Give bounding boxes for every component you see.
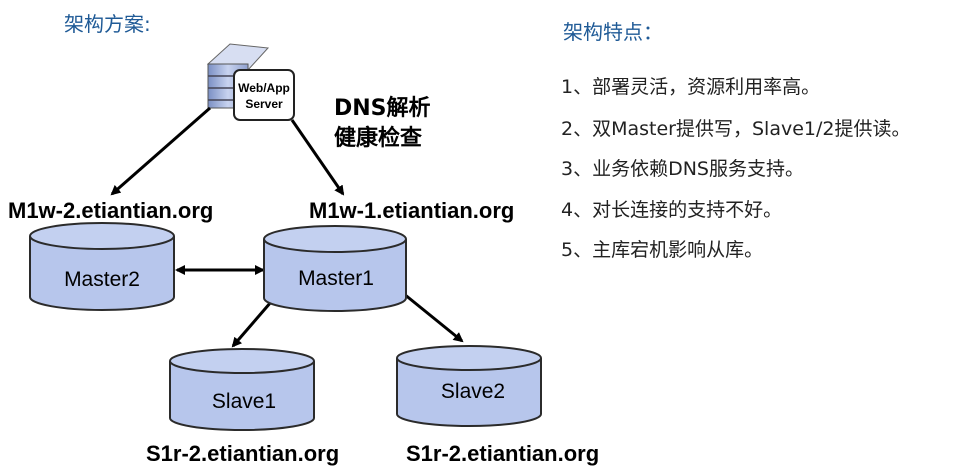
- arrow-master1-to-slave2: [403, 292, 464, 343]
- feature-item-3: 3、业务依赖DNS服务支持。: [561, 158, 804, 180]
- host-label-m1w1: M1w-1.etiantian.org: [309, 198, 515, 223]
- host-label-m1w2: M1w-2.etiantian.org: [8, 198, 214, 223]
- server-icon: Web/App Server: [206, 43, 295, 121]
- server-label-line1: Web/App: [238, 81, 290, 95]
- feature-item-4: 4、对长连接的支持不好。: [561, 199, 783, 221]
- database-master1: Master1: [263, 225, 407, 312]
- dns-label-line2: 健康检查: [334, 126, 423, 151]
- arrow-server-to-master2: [110, 106, 211, 196]
- host-label-s1r2-left: S1r-2.etiantian.org: [146, 441, 340, 466]
- feature-item-5: 5、主库宕机影响从库。: [561, 239, 764, 261]
- host-label-s1r2-right: S1r-2.etiantian.org: [406, 441, 600, 466]
- server-label-line2: Server: [245, 97, 283, 111]
- database-master2: Master2: [29, 222, 175, 311]
- database-label: Master2: [64, 268, 140, 291]
- database-slave1: Slave1: [169, 348, 315, 431]
- dns-label-line1: DNS解析: [334, 96, 431, 121]
- database-label: Slave2: [441, 380, 505, 403]
- feature-item-1: 1、部署灵活，资源利用率高。: [561, 76, 821, 98]
- architecture-diagram: Web/App Server Master2 Master1 Slave1 Sl…: [29, 43, 542, 431]
- database-label: Slave1: [212, 390, 276, 413]
- feature-item-2: 2、双Master提供写，Slave1/2提供读。: [561, 118, 911, 140]
- database-label: Master1: [298, 267, 374, 290]
- arrow-master1-to-slave1: [231, 301, 273, 348]
- dns-resolution-label: DNS解析 健康检查: [334, 94, 431, 154]
- database-slave2: Slave2: [396, 345, 542, 427]
